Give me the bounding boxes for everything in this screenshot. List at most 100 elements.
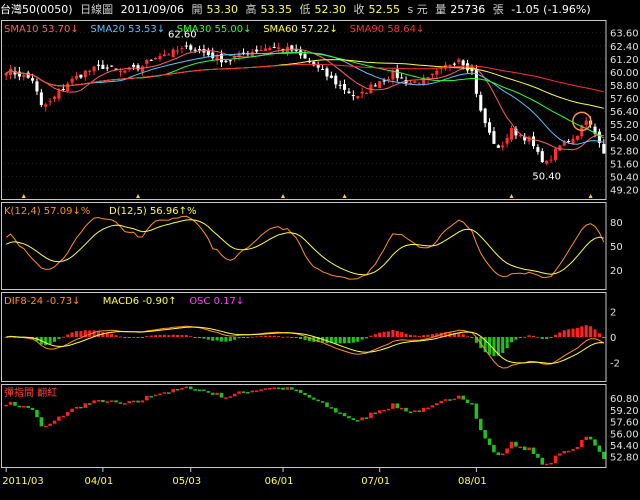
reversal-bar (250, 390, 255, 393)
kd-axis-tick: 80 (610, 218, 623, 229)
reversal-bar (320, 401, 325, 403)
osc-bar (413, 335, 417, 337)
reversal-bar (285, 387, 290, 390)
osc-bar (132, 336, 136, 338)
reversal-bar (316, 399, 320, 402)
candle-body (338, 84, 342, 86)
osc-bar (303, 337, 307, 341)
close-label: 收 (353, 3, 365, 16)
osc-bar (123, 337, 127, 338)
candle-body (435, 70, 439, 75)
reversal-bar (580, 439, 584, 448)
candle-body (52, 96, 57, 99)
sma-line-60 (5, 59, 604, 109)
candle-body (316, 64, 320, 68)
reversal-bar (232, 393, 237, 397)
reversal-bar (118, 402, 123, 404)
osc-bar (145, 336, 149, 338)
osc-bar (110, 333, 114, 337)
reversal-bar (127, 401, 131, 404)
quote-header: 台灣50(0050) 日線圖 2011/09/06 開 53.30 高 53.35 … (0, 0, 640, 20)
price-axis-tick: 58.80 (610, 81, 639, 92)
candle-body (211, 52, 215, 59)
candle-body (105, 67, 109, 69)
reversal-bar (101, 399, 105, 403)
reversal-bar (500, 453, 505, 456)
candle-body (540, 151, 544, 163)
reversal-bar (13, 401, 17, 406)
reversal-bar (290, 387, 294, 390)
candle-body (360, 91, 364, 94)
osc-bar (343, 337, 347, 344)
dif-line (6, 325, 605, 369)
osc-bar (400, 331, 404, 337)
candle-body (158, 56, 162, 60)
reversal-bar (272, 387, 276, 390)
reversal-bar (470, 403, 474, 405)
candle-body (602, 144, 606, 154)
reversal-bar (197, 389, 202, 392)
stock-chart[interactable]: 63.60 62.40 61.20 60.00 58.80 57.60 56.40 55.20… (0, 20, 640, 500)
price-panel-frame (1, 20, 607, 200)
candle-body (48, 101, 52, 103)
osc-bar (571, 328, 575, 337)
reversal-bar (303, 392, 307, 396)
macd-legend-0: DIF8-24 -0.73↓ (4, 296, 81, 307)
reversal-bar (83, 403, 88, 408)
osc-bar (259, 336, 263, 338)
osc-bar (602, 337, 606, 338)
reversal-bar (237, 391, 241, 394)
reversal-bar (294, 389, 298, 392)
osc-bar (382, 331, 386, 337)
candle-body (88, 70, 92, 72)
candle-body (334, 75, 338, 85)
osc-bar (57, 337, 61, 339)
candle-body (400, 77, 404, 79)
reversal-bar (65, 411, 70, 416)
high-price-annotation: 62.60 (168, 30, 197, 41)
candle-body (224, 60, 228, 62)
candle-body (162, 54, 166, 57)
reversal-bar (465, 399, 470, 404)
reversal-bar (452, 398, 457, 401)
osc-bar (562, 330, 566, 337)
osc-bar (127, 337, 131, 338)
reversal-bar (457, 395, 461, 399)
osc-bar (395, 331, 399, 337)
reversal-bar (382, 409, 386, 412)
reversal-bar (377, 410, 382, 414)
candle-body (149, 59, 153, 61)
event-marker (281, 194, 286, 198)
candle-body (505, 138, 509, 144)
reversal-bar (496, 452, 501, 456)
reversal-bar (566, 450, 571, 453)
osc-bar (369, 335, 373, 337)
reversal-bar (206, 391, 211, 393)
candle-body (413, 81, 417, 84)
price-change: -1.05 (-1.96%) (511, 3, 591, 16)
reversal-bar (57, 416, 61, 421)
osc-bar (44, 337, 48, 346)
reversal-bar (92, 400, 96, 404)
candle-body (4, 72, 8, 76)
reversal-bar (79, 406, 83, 409)
candle-body (571, 138, 575, 144)
osc-bar (79, 331, 83, 337)
osc-bar (549, 337, 553, 339)
volume-unit: 張 (492, 3, 504, 16)
candle-body (277, 47, 281, 49)
osc-bar (540, 337, 544, 339)
candle-body (180, 48, 184, 50)
low-price-annotation: 50.40 (532, 171, 561, 182)
reversal-bar (505, 448, 509, 454)
osc-bar (140, 337, 144, 338)
macd-axis-tick: 0 (610, 333, 616, 344)
reversal-bar (364, 417, 369, 419)
reversal-axis-tick: 54.40 (610, 441, 639, 452)
osc-bar (61, 336, 65, 338)
reversal-bar (263, 388, 268, 390)
candle-body (325, 68, 329, 77)
osc-bar (531, 335, 536, 337)
reversal-bar (439, 400, 443, 404)
reversal-bar (184, 386, 189, 389)
